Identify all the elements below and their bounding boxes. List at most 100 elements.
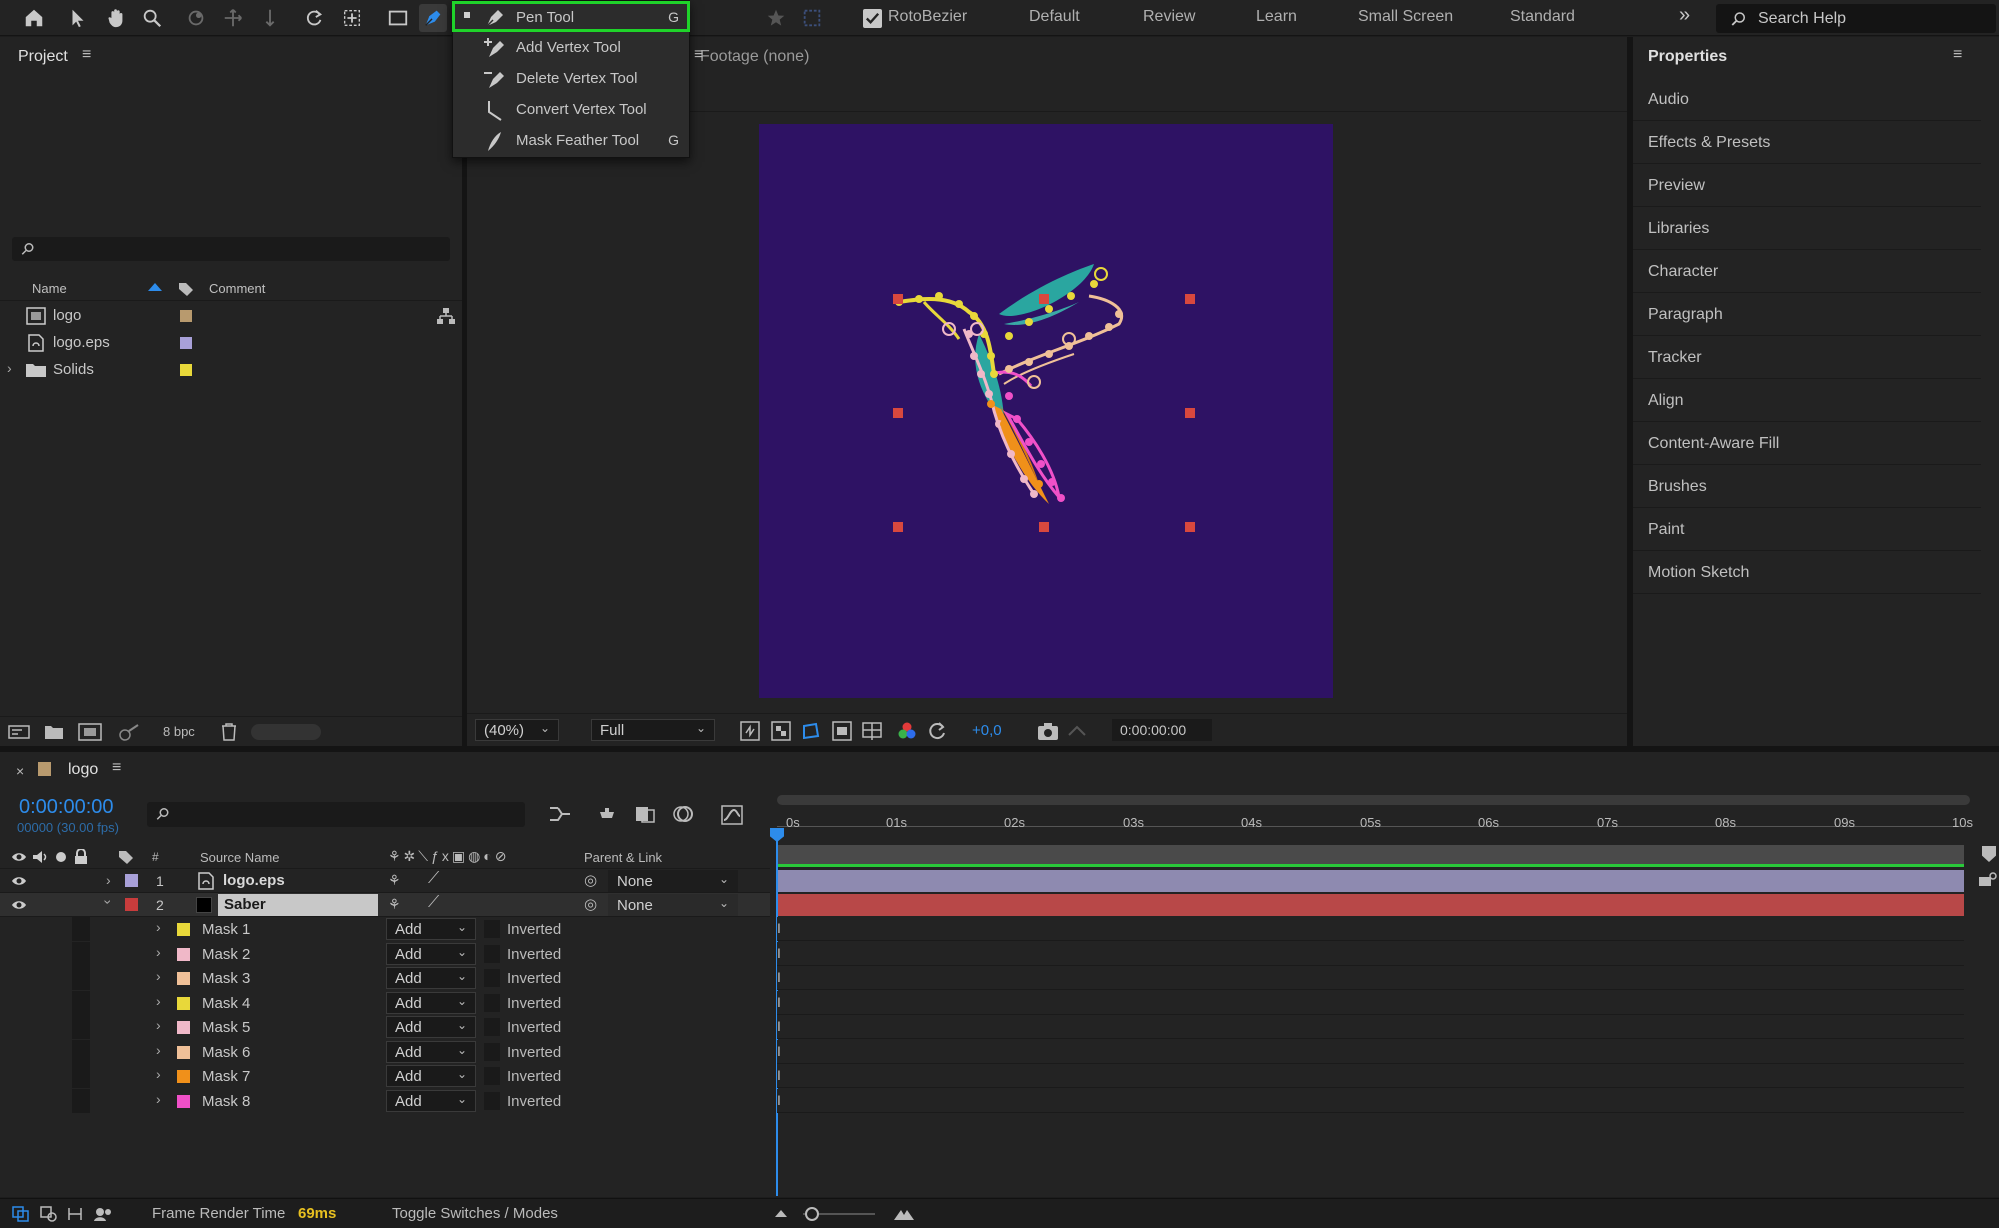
- expand-chevron-icon[interactable]: ›: [156, 993, 161, 1009]
- lock-toggle[interactable]: [72, 1015, 90, 1039]
- rotobezier-checkbox[interactable]: [863, 9, 882, 28]
- zoom-in-icon[interactable]: [893, 1207, 915, 1221]
- resolution-dropdown[interactable]: Full ⌄: [591, 719, 715, 741]
- workspace-small-screen[interactable]: Small Screen: [1358, 8, 1453, 26]
- layer-label-swatch[interactable]: [125, 898, 138, 911]
- panel-align[interactable]: Align: [1633, 380, 1981, 422]
- shy-switch-icon[interactable]: ⚘: [388, 872, 401, 889]
- sort-ascending-icon[interactable]: [148, 283, 162, 291]
- mask-track[interactable]: I: [777, 1088, 1964, 1113]
- project-settings-icon[interactable]: [116, 723, 140, 741]
- mask-mode-dropdown[interactable]: Add ⌄: [386, 1089, 476, 1112]
- layer-name[interactable]: logo.eps: [223, 872, 285, 889]
- inverted-checkbox[interactable]: [484, 993, 500, 1012]
- layer-lock-icon[interactable]: [1977, 871, 1997, 887]
- timeline-timecode[interactable]: 0:00:00:00: [19, 796, 114, 819]
- zoom-slider-knob[interactable]: [805, 1207, 819, 1221]
- mask-mode-dropdown[interactable]: Add ⌄: [386, 1016, 476, 1038]
- expand-chevron-icon[interactable]: ›: [156, 1017, 161, 1033]
- rectangle-tool-icon[interactable]: [384, 4, 412, 32]
- comp-duration-bar[interactable]: [777, 845, 1964, 865]
- transfer-controls-icon[interactable]: [40, 1206, 58, 1222]
- snapping-icon[interactable]: [798, 4, 826, 32]
- search-help-field[interactable]: Search Help: [1716, 4, 1996, 33]
- hand-tool-icon[interactable]: [102, 4, 130, 32]
- solo-icon[interactable]: [56, 852, 66, 862]
- properties-menu-icon[interactable]: ≡: [1953, 46, 1962, 64]
- fast-previews-icon[interactable]: [740, 721, 760, 741]
- zoom-tool-icon[interactable]: [138, 4, 166, 32]
- mask-track[interactable]: I: [777, 941, 1964, 966]
- panel-tracker[interactable]: Tracker: [1633, 337, 1981, 379]
- flowchart-icon[interactable]: [437, 308, 455, 324]
- mask-name[interactable]: Mask 4: [202, 995, 250, 1012]
- col-source-name[interactable]: Source Name: [200, 850, 279, 865]
- shy-layers-icon[interactable]: [596, 804, 618, 824]
- expand-chevron-icon[interactable]: ›: [156, 968, 161, 984]
- grid-guides-icon[interactable]: [862, 721, 882, 741]
- stopwatch-keyframe-icon[interactable]: I: [777, 1043, 781, 1059]
- mask-mode-dropdown[interactable]: Add ⌄: [386, 1065, 476, 1087]
- mask-color-swatch[interactable]: [177, 947, 190, 961]
- inverted-checkbox[interactable]: [484, 920, 500, 938]
- menu-item-pen-tool[interactable]: Pen Tool G: [452, 1, 690, 32]
- frame-blending-icon[interactable]: [634, 804, 656, 824]
- rotation-tool-icon[interactable]: [300, 4, 328, 32]
- mask-row[interactable]: › Mask 5 Add ⌄ Inverted: [0, 1015, 770, 1039]
- project-menu-icon[interactable]: ≡: [82, 46, 91, 64]
- lock-toggle[interactable]: [72, 1088, 90, 1113]
- mask-track[interactable]: I: [777, 917, 1964, 941]
- stopwatch-keyframe-icon[interactable]: I: [777, 969, 781, 985]
- show-snapshot-icon[interactable]: [1067, 721, 1087, 741]
- pick-whip-icon[interactable]: ◎: [584, 895, 597, 913]
- hummingbird-masks-artwork[interactable]: [759, 124, 1333, 698]
- label-swatch[interactable]: [180, 364, 192, 376]
- mask-row[interactable]: › Mask 2 Add ⌄ Inverted: [0, 941, 770, 966]
- layer-bar-saber[interactable]: [777, 894, 1964, 916]
- mask-color-swatch[interactable]: [177, 1070, 190, 1083]
- mask-row[interactable]: › Mask 7 Add ⌄ Inverted: [0, 1064, 770, 1088]
- label-tag-icon[interactable]: [178, 281, 194, 297]
- mask-name[interactable]: Mask 2: [202, 946, 250, 963]
- quality-switch-icon[interactable]: ⟋: [428, 894, 439, 912]
- inverted-checkbox[interactable]: [484, 944, 500, 963]
- composition-canvas[interactable]: [759, 124, 1333, 698]
- render-time-icon[interactable]: [93, 1206, 113, 1222]
- collapse-chevron-icon[interactable]: ›: [100, 900, 116, 905]
- graph-editor-icon[interactable]: [720, 804, 744, 826]
- video-eye-icon[interactable]: [11, 875, 27, 887]
- label-swatch[interactable]: [180, 337, 192, 349]
- zoom-out-icon[interactable]: [775, 1210, 787, 1217]
- close-tab-icon[interactable]: ×: [16, 763, 24, 779]
- trash-icon[interactable]: [220, 722, 238, 742]
- mask-color-swatch[interactable]: [177, 923, 190, 936]
- exposure-value[interactable]: +0,0: [972, 722, 1002, 739]
- more-workspaces-icon[interactable]: »: [1679, 4, 1690, 27]
- stopwatch-keyframe-icon[interactable]: I: [777, 994, 781, 1010]
- channel-rgb-icon[interactable]: [897, 721, 917, 741]
- lock-toggle[interactable]: [72, 941, 90, 966]
- inverted-checkbox[interactable]: [484, 1018, 500, 1036]
- expand-chevron-icon[interactable]: ›: [156, 944, 161, 960]
- expand-chevron-icon[interactable]: ›: [156, 1042, 161, 1058]
- expand-chevron-icon[interactable]: ›: [7, 360, 12, 376]
- mask-color-swatch[interactable]: [177, 996, 190, 1010]
- stopwatch-keyframe-icon[interactable]: I: [777, 1018, 781, 1034]
- timeline-search-input[interactable]: [147, 802, 525, 827]
- panel-paragraph[interactable]: Paragraph: [1633, 294, 1981, 336]
- inverted-checkbox[interactable]: [484, 1067, 500, 1085]
- label-swatch[interactable]: [180, 310, 192, 322]
- new-composition-icon[interactable]: [78, 723, 102, 741]
- layer-label-swatch[interactable]: [125, 874, 138, 887]
- expand-chevron-icon[interactable]: ›: [156, 1091, 161, 1107]
- panel-audio[interactable]: Audio: [1633, 79, 1981, 121]
- lock-toggle[interactable]: [72, 1039, 90, 1064]
- layer-name-edit[interactable]: Saber: [218, 894, 378, 916]
- stopwatch-keyframe-icon[interactable]: I: [777, 920, 781, 936]
- mask-track[interactable]: I: [777, 1064, 1964, 1088]
- mask-name[interactable]: Mask 3: [202, 970, 250, 987]
- lock-toggle[interactable]: [72, 917, 90, 941]
- shy-switch-icon[interactable]: ⚘: [388, 896, 401, 913]
- pen-tool-icon[interactable]: [419, 4, 447, 32]
- lock-toggle[interactable]: [72, 1064, 90, 1088]
